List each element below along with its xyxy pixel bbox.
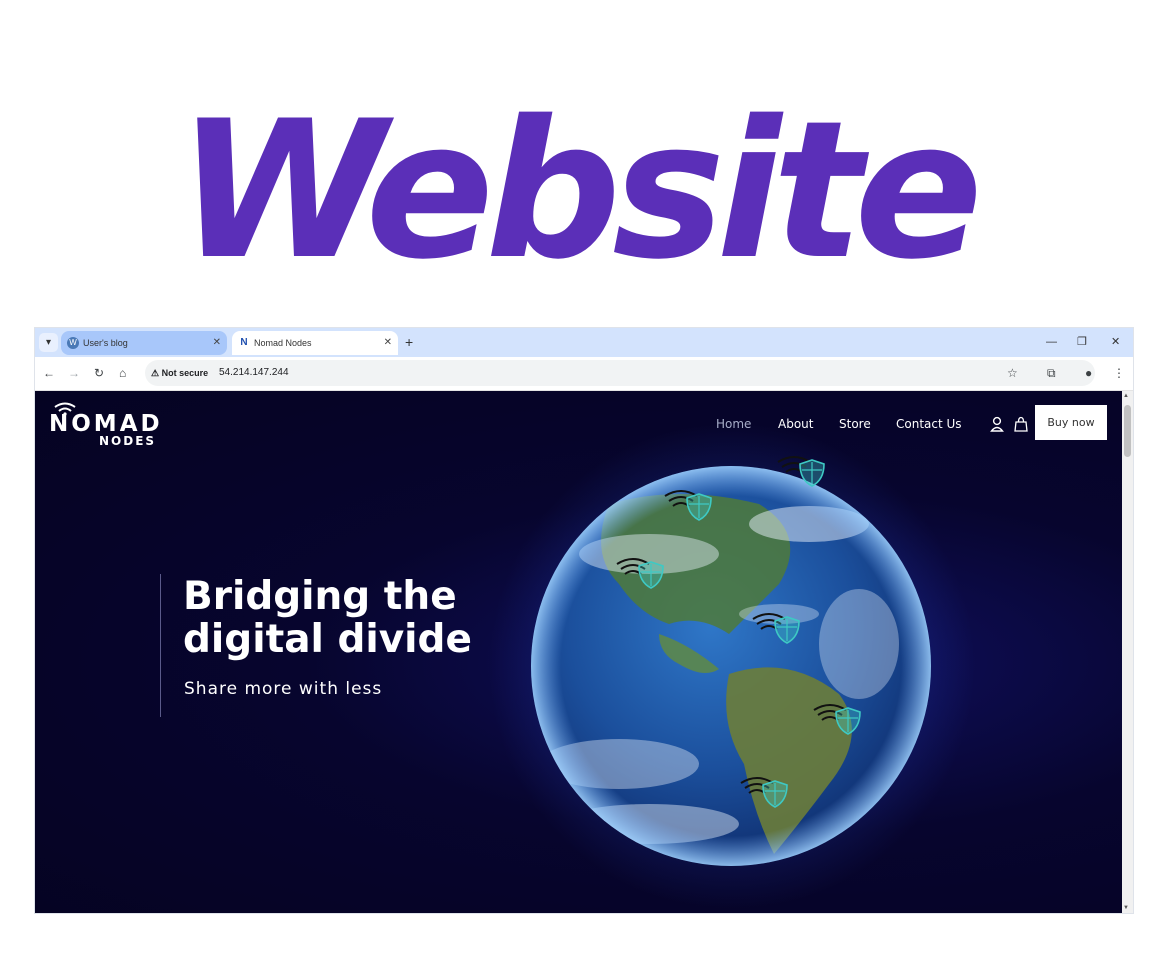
nomad-nodes-logo[interactable]: NOMAD NODES — [49, 402, 169, 449]
address-bar[interactable]: ⚠ Not secure 54.214.147.244 ☆ — [145, 360, 1095, 386]
scrollbar-thumb[interactable] — [1124, 405, 1131, 457]
close-tab-icon[interactable]: ✕ — [213, 331, 221, 355]
hero-divider — [160, 574, 161, 717]
new-tab-button[interactable]: + — [405, 333, 413, 352]
website-headline: Website — [176, 80, 983, 301]
user-account-icon[interactable] — [990, 416, 1004, 432]
close-tab-icon[interactable]: ✕ — [384, 331, 392, 355]
wifi-shield-marker — [777, 456, 825, 487]
logo-text-nodes: NODES — [99, 434, 157, 448]
wifi-shield-marker — [813, 704, 861, 735]
minimize-button[interactable]: — — [1046, 334, 1057, 350]
home-icon[interactable]: ⌂ — [119, 365, 126, 381]
nomad-n-icon: N — [240, 337, 248, 348]
hero-subtitle: Share more with less — [184, 679, 383, 699]
bookmark-star-icon[interactable]: ☆ — [1007, 365, 1018, 381]
scroll-down-arrow-icon[interactable]: ▼ — [1123, 905, 1129, 911]
warning-icon: ⚠ — [151, 368, 160, 378]
page-scrollbar[interactable]: ▲ ▼ — [1122, 391, 1133, 913]
wordpress-icon: W — [67, 337, 79, 349]
wifi-shield-marker — [664, 490, 712, 521]
not-secure-label: Not secure — [161, 368, 209, 378]
reload-icon[interactable]: ↻ — [94, 365, 104, 381]
buy-now-button[interactable]: Buy now — [1035, 405, 1107, 440]
browser-toolbar: ← → ↻ ⌂ ⚠ Not secure 54.214.147.244 ☆ ⧉ … — [35, 357, 1133, 391]
url-text[interactable]: 54.214.147.244 — [219, 366, 289, 380]
tab-label: User's blog — [83, 338, 128, 348]
wifi-shield-marker — [616, 558, 664, 589]
tab-users-blog[interactable]: W User's blog ✕ — [61, 331, 227, 355]
shopping-bag-icon[interactable] — [1014, 416, 1028, 432]
close-window-button[interactable]: ✕ — [1111, 334, 1120, 350]
forward-icon[interactable]: → — [68, 365, 80, 381]
page-viewport: NOMAD NODES Home About Store Contact Us … — [35, 391, 1122, 913]
tab-strip: ▾ W User's blog ✕ N Nomad Nodes ✕ + — ❐ … — [35, 328, 1133, 357]
more-menu-icon[interactable]: ⋮ — [1113, 365, 1125, 381]
earth-globe-image — [531, 466, 931, 866]
nav-contact-us[interactable]: Contact Us — [896, 416, 962, 432]
tab-label: Nomad Nodes — [254, 338, 312, 348]
wifi-shield-marker — [740, 777, 788, 808]
browser-window: ▾ W User's blog ✕ N Nomad Nodes ✕ + — ❐ … — [35, 328, 1133, 913]
wifi-shield-marker — [752, 613, 800, 644]
security-chip[interactable]: ⚠ Not secure — [151, 366, 208, 380]
restore-button[interactable]: ❐ — [1077, 334, 1087, 350]
extensions-icon[interactable]: ⧉ — [1047, 365, 1056, 381]
back-icon[interactable]: ← — [43, 365, 55, 381]
scroll-up-arrow-icon[interactable]: ▲ — [1123, 393, 1129, 399]
tab-search-button[interactable]: ▾ — [39, 333, 58, 352]
profile-icon[interactable]: ● — [1085, 365, 1092, 381]
nav-store[interactable]: Store — [839, 416, 871, 432]
tab-nomad-nodes[interactable]: N Nomad Nodes ✕ — [232, 331, 398, 355]
